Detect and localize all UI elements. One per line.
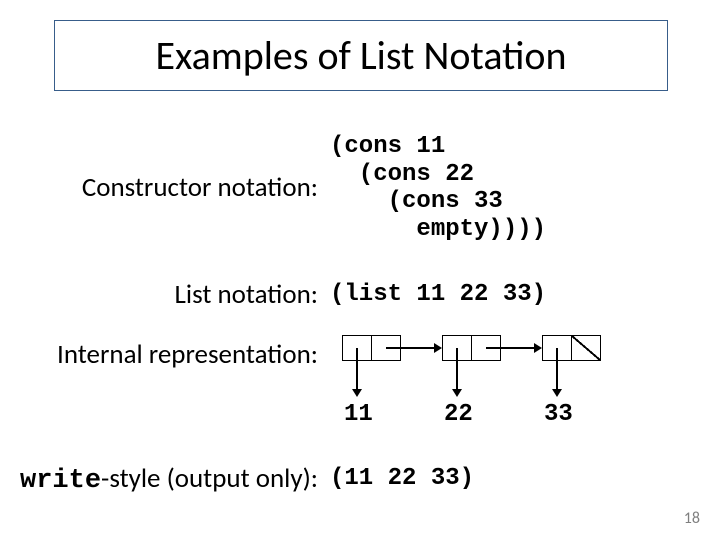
label-list: List notation: bbox=[0, 278, 330, 311]
label-internal: Internal representation: bbox=[0, 338, 330, 371]
label-write: write-style (output only): bbox=[0, 462, 330, 496]
code-list: (list 11 22 33) bbox=[330, 281, 546, 309]
row-internal: Internal representation: bbox=[0, 338, 330, 371]
arrowhead-down-2 bbox=[452, 389, 462, 397]
page-number: 18 bbox=[684, 509, 700, 528]
arrowhead-down-1 bbox=[352, 389, 362, 397]
label-write-suffix: -style (output only): bbox=[101, 462, 318, 495]
label-constructor: Constructor notation: bbox=[0, 133, 330, 204]
arrow-down-2 bbox=[456, 348, 458, 390]
row-list: List notation: (list 11 22 33) bbox=[0, 278, 546, 311]
code-constructor: (cons 11 (cons 22 (cons 33 empty)))) bbox=[330, 133, 546, 243]
diagram-value-2: 22 bbox=[444, 401, 473, 428]
arrowhead-down-3 bbox=[552, 389, 562, 397]
arrow-down-1 bbox=[356, 348, 358, 390]
arrow-right-2 bbox=[486, 347, 535, 349]
row-constructor: Constructor notation: (cons 11 (cons 22 … bbox=[0, 133, 546, 243]
arrow-right-1 bbox=[386, 347, 435, 349]
slide-title: Examples of List Notation bbox=[155, 31, 566, 80]
arrowhead-right-1 bbox=[434, 343, 442, 353]
arrow-down-3 bbox=[556, 348, 558, 390]
code-write: (11 22 33) bbox=[330, 465, 474, 493]
cons-cell-3-cdr-empty bbox=[571, 335, 601, 361]
diagram-value-3: 33 bbox=[544, 401, 573, 428]
label-write-mono: write bbox=[20, 466, 101, 496]
diagram-value-1: 11 bbox=[344, 401, 373, 428]
slide-title-box: Examples of List Notation bbox=[54, 20, 668, 91]
arrowhead-right-2 bbox=[534, 343, 542, 353]
row-write: write-style (output only): (11 22 33) bbox=[0, 462, 474, 496]
